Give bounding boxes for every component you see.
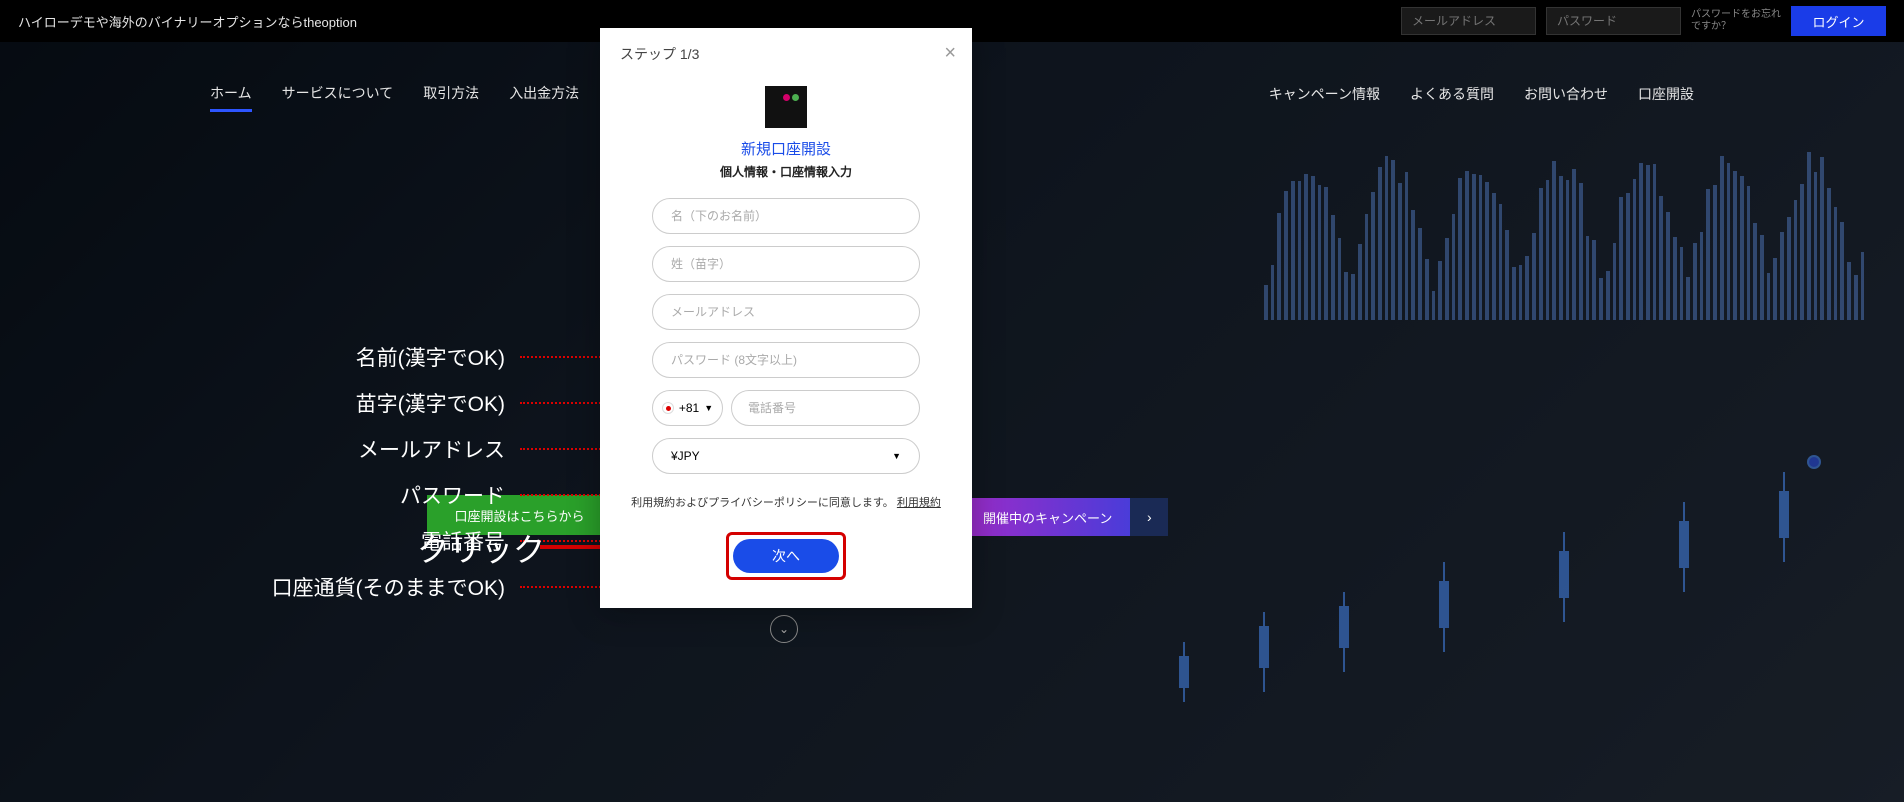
- currency-select[interactable]: ¥JPY ▼: [652, 438, 920, 474]
- close-icon[interactable]: ×: [944, 42, 956, 65]
- annot-label-2: 苗字(漢字でOK): [205, 388, 505, 418]
- nav-faq[interactable]: よくある質問: [1410, 84, 1494, 110]
- email-input[interactable]: [652, 294, 920, 330]
- nav-home[interactable]: ホーム: [210, 83, 252, 112]
- chevron-down-icon[interactable]: ⌄: [770, 615, 798, 643]
- flag-jp-icon: [662, 402, 674, 414]
- modal-subheading: 個人情報・口座情報入力: [620, 163, 952, 180]
- email-field[interactable]: [1401, 7, 1536, 35]
- modal-heading: 新規口座開設: [620, 138, 952, 159]
- next-button[interactable]: 次へ: [733, 539, 839, 573]
- click-label: クリック: [417, 525, 545, 571]
- password-field[interactable]: [1546, 7, 1681, 35]
- chevron-right-icon: ›: [1130, 498, 1168, 536]
- caret-down-icon: ▼: [892, 451, 901, 461]
- first-name-input[interactable]: [652, 198, 920, 234]
- annot-label-1: 名前(漢字でOK): [205, 342, 505, 372]
- caret-down-icon: ▼: [704, 403, 713, 413]
- next-highlight: 次へ: [726, 532, 846, 580]
- login-button[interactable]: ログイン: [1791, 6, 1886, 36]
- nav-open-account[interactable]: 口座開設: [1638, 84, 1694, 110]
- last-name-input[interactable]: [652, 246, 920, 282]
- forgot-password-link[interactable]: パスワードをお忘れですか？: [1691, 9, 1781, 33]
- candlestick-decor: [1144, 442, 1844, 742]
- annot-label-3: メールアドレス: [205, 434, 505, 464]
- nav-campaign[interactable]: キャンペーン情報: [1269, 84, 1380, 110]
- nav-trading[interactable]: 取引方法: [423, 83, 479, 112]
- site-tagline: ハイローデモや海外のバイナリーオプションならtheoption: [18, 12, 357, 31]
- modal-step: ステップ 1/3: [620, 44, 952, 64]
- password-input[interactable]: [652, 342, 920, 378]
- nav-contact[interactable]: お問い合わせ: [1524, 84, 1608, 110]
- annot-label-4: パスワード: [205, 480, 505, 510]
- campaign-label: 開催中のキャンペーン: [965, 498, 1130, 536]
- nav-deposit[interactable]: 入出金方法: [509, 83, 579, 112]
- annot-label-6: 口座通貨(そのままでOK): [205, 572, 505, 602]
- signup-modal: ステップ 1/3 × 新規口座開設 個人情報・口座情報入力 +81 ▼ ¥JPY…: [600, 28, 972, 608]
- terms-text: 利用規約およびプライバシーポリシーに同意します。 利用規約: [620, 494, 952, 510]
- campaign-banner[interactable]: 開催中のキャンペーン ›: [965, 498, 1168, 536]
- phone-country-select[interactable]: +81 ▼: [652, 390, 723, 426]
- terms-link[interactable]: 利用規約: [897, 497, 941, 509]
- nav-about[interactable]: サービスについて: [282, 83, 394, 112]
- brand-logo: [765, 86, 807, 128]
- phone-input[interactable]: [731, 390, 920, 426]
